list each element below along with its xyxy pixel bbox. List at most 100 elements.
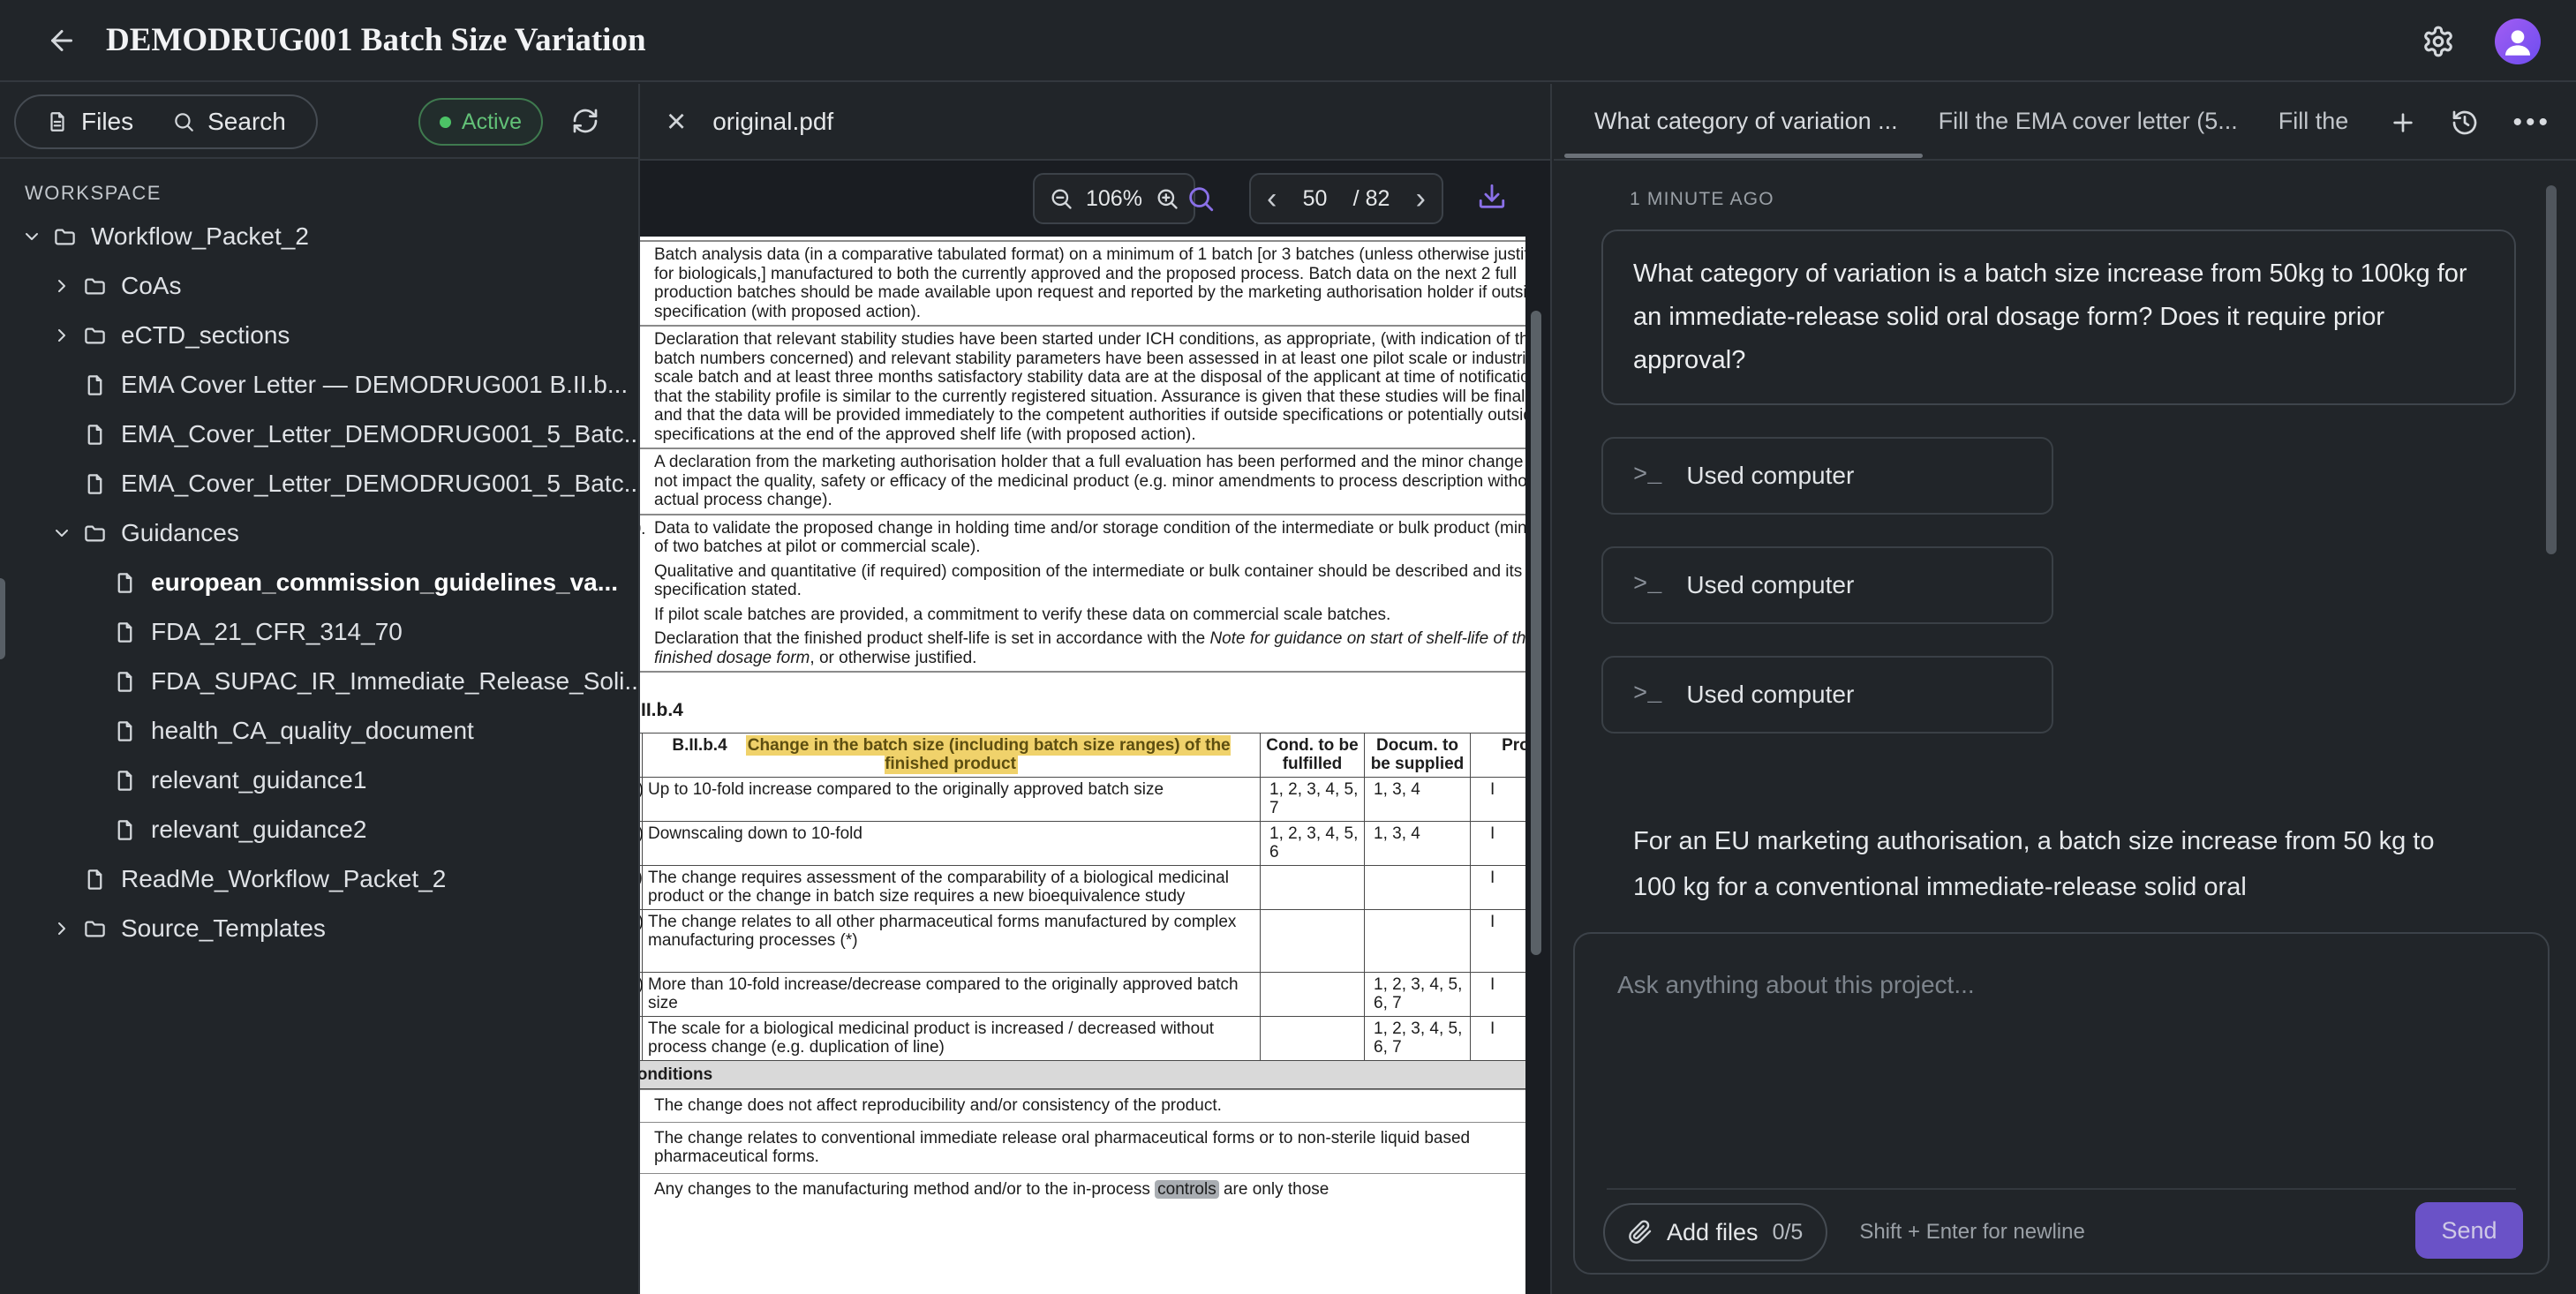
- top-header: DEMODRUG001 Batch Size Variation: [0, 0, 2576, 82]
- sidebar-scrollbar[interactable]: [0, 578, 5, 659]
- folder-icon: [53, 225, 77, 249]
- table-row: f) The scale for a biological medicinal …: [640, 1016, 1525, 1060]
- download-icon: [1477, 182, 1507, 212]
- chevron-right-icon: [51, 918, 72, 939]
- table-row: b) Downscaling down to 10-fold 1, 2, 3, …: [640, 821, 1525, 865]
- file-icon: [113, 769, 137, 793]
- tree-item-workflow-packet-2[interactable]: Workflow_Packet_2: [0, 212, 638, 261]
- back-button[interactable]: [42, 21, 81, 60]
- used-computer-card[interactable]: >_ Used computer: [1601, 656, 2053, 734]
- table-row: c) The change requires assessment of the…: [640, 865, 1525, 909]
- zoom-control: 106%: [1033, 173, 1195, 224]
- gear-icon: [2422, 25, 2455, 58]
- tree-item-label: Guidances: [121, 519, 239, 547]
- folder-icon: [83, 522, 107, 545]
- file-icon: [113, 719, 137, 743]
- pdf-viewer: × original.pdf 106% ‹ 50 / 82 ›: [638, 84, 1552, 1294]
- refresh-button[interactable]: [571, 107, 599, 135]
- chat-input-card: Ask anything about this project... Add f…: [1573, 932, 2550, 1275]
- tree-item-label: EMA_Cover_Letter_DEMODRUG001_5_Batc...: [121, 420, 644, 448]
- conditions-heading: Conditions: [640, 1061, 1525, 1090]
- item-paragraph: Qualitative and quantitative (if require…: [654, 562, 1525, 600]
- status-badge-label: Active: [462, 109, 522, 135]
- sidebar-tab-files[interactable]: Files: [46, 108, 133, 136]
- send-button[interactable]: Send: [2415, 1202, 2523, 1259]
- used-computer-card[interactable]: >_ Used computer: [1601, 437, 2053, 515]
- sidebar-toolbar: Files Search Active: [0, 84, 638, 159]
- folder-icon: [83, 275, 107, 298]
- table-row: e) More than 10-fold increase/decrease c…: [640, 972, 1525, 1016]
- terminal-icon: >_: [1633, 463, 1661, 489]
- condition-text-segment: Any changes to the manufacturing method …: [654, 1180, 1155, 1199]
- condition-number: 3.: [640, 1180, 654, 1200]
- tree-item-guidances[interactable]: Guidances: [0, 508, 638, 558]
- add-files-button[interactable]: Add files 0/5: [1603, 1203, 1827, 1261]
- tree-item-fda-21-cfr[interactable]: FDA_21_CFR_314_70: [0, 607, 638, 657]
- tool-card-label: Used computer: [1686, 462, 1854, 490]
- tree-item-fda-supac[interactable]: FDA_SUPAC_IR_Immediate_Release_Soli...: [0, 657, 638, 706]
- tree-item-european-commission-guidelines[interactable]: european_commission_guidelines_va...: [0, 558, 638, 607]
- previous-page-button[interactable]: ‹: [1267, 184, 1277, 214]
- table-header-row: B.II.b.4 Change in the batch size (inclu…: [640, 733, 1525, 777]
- condition-text: The change does not affect reproducibili…: [654, 1096, 1525, 1116]
- item-text: Batch analysis data (in a comparative ta…: [654, 245, 1525, 321]
- search-icon: [172, 110, 195, 133]
- chat-scrollbar[interactable]: [2546, 185, 2557, 554]
- pdf-filename: original.pdf: [712, 108, 833, 136]
- tree-item-coas[interactable]: CoAs: [0, 261, 638, 311]
- chat-tab[interactable]: Fill the: [2278, 108, 2349, 135]
- pdf-document-content: 7. Batch analysis data (in a comparative…: [640, 240, 1525, 1205]
- paperclip-icon: [1628, 1220, 1653, 1245]
- tree-item-label: CoAs: [121, 272, 181, 300]
- tree-item-label: ReadMe_Workflow_Packet_2: [121, 865, 446, 893]
- tree-item-relevant-guidance1[interactable]: relevant_guidance1: [0, 756, 638, 805]
- terminal-icon: >_: [1633, 572, 1661, 598]
- tree-item-health-ca[interactable]: health_CA_quality_document: [0, 706, 638, 756]
- file-icon: [113, 818, 137, 842]
- more-menu-button[interactable]: •••: [2512, 108, 2551, 138]
- settings-button[interactable]: [2419, 22, 2458, 61]
- avatar[interactable]: [2495, 19, 2541, 64]
- item-number: 9.: [640, 453, 654, 510]
- next-page-button[interactable]: ›: [1416, 184, 1426, 214]
- tree-item-ema-cover-letter-5-2[interactable]: EMA_Cover_Letter_DEMODRUG001_5_Batc...: [0, 459, 638, 508]
- zoom-in-icon[interactable]: [1155, 186, 1179, 211]
- add-files-label: Add files: [1667, 1219, 1759, 1246]
- item-text: A declaration from the marketing authori…: [654, 453, 1525, 510]
- item-number: 10.: [640, 519, 654, 668]
- history-button[interactable]: [2451, 109, 2479, 137]
- pdf-search-button[interactable]: [1186, 184, 1216, 214]
- tool-card-label: Used computer: [1686, 571, 1854, 599]
- zoom-out-icon[interactable]: [1049, 186, 1073, 211]
- tree-item-label: Workflow_Packet_2: [91, 222, 309, 251]
- chat-input[interactable]: Ask anything about this project...: [1617, 971, 2548, 999]
- table-code: B.II.b.4: [672, 736, 727, 755]
- tree-item-ema-cover-letter[interactable]: EMA Cover Letter — DEMODRUG001 B.II.b...: [0, 360, 638, 410]
- chat-tab-active[interactable]: What category of variation ...: [1594, 108, 1898, 135]
- workspace-label: WORKSPACE: [25, 182, 638, 205]
- new-chat-button[interactable]: [2389, 109, 2417, 137]
- variation-table: B.II.b.4 Change in the batch size (inclu…: [640, 733, 1525, 1061]
- tree-item-label: Source_Templates: [121, 914, 326, 943]
- tree-item-label: eCTD_sections: [121, 321, 290, 350]
- download-button[interactable]: [1477, 182, 1507, 212]
- column-header-procedure: Pro ty: [1471, 733, 1526, 777]
- tree-item-ema-cover-letter-5-1[interactable]: EMA_Cover_Letter_DEMODRUG001_5_Batc...: [0, 410, 638, 459]
- page-current[interactable]: 50: [1303, 186, 1328, 212]
- item-number: 7.: [640, 245, 654, 321]
- used-computer-card[interactable]: >_ Used computer: [1601, 546, 2053, 624]
- page-total: / 82: [1353, 186, 1390, 212]
- tree-item-readme[interactable]: ReadMe_Workflow_Packet_2: [0, 854, 638, 904]
- item-paragraph: If pilot scale batches are provided, a c…: [654, 606, 1525, 625]
- tree-item-ectd-sections[interactable]: eCTD_sections: [0, 311, 638, 360]
- tree-item-source-templates[interactable]: Source_Templates: [0, 904, 638, 953]
- pdf-scrollbar[interactable]: [1531, 311, 1541, 955]
- chat-tab[interactable]: Fill the EMA cover letter (5...: [1939, 108, 2238, 135]
- sidebar-tab-search[interactable]: Search: [172, 108, 286, 136]
- chat-panel: What category of variation ... Fill the …: [1554, 84, 2576, 1294]
- status-badge: Active: [418, 98, 543, 146]
- active-tab-indicator: [1564, 154, 1923, 158]
- tree-item-relevant-guidance2[interactable]: relevant_guidance2: [0, 805, 638, 854]
- chat-tab-bar: What category of variation ... Fill the …: [1554, 84, 2576, 161]
- close-icon[interactable]: ×: [667, 105, 686, 139]
